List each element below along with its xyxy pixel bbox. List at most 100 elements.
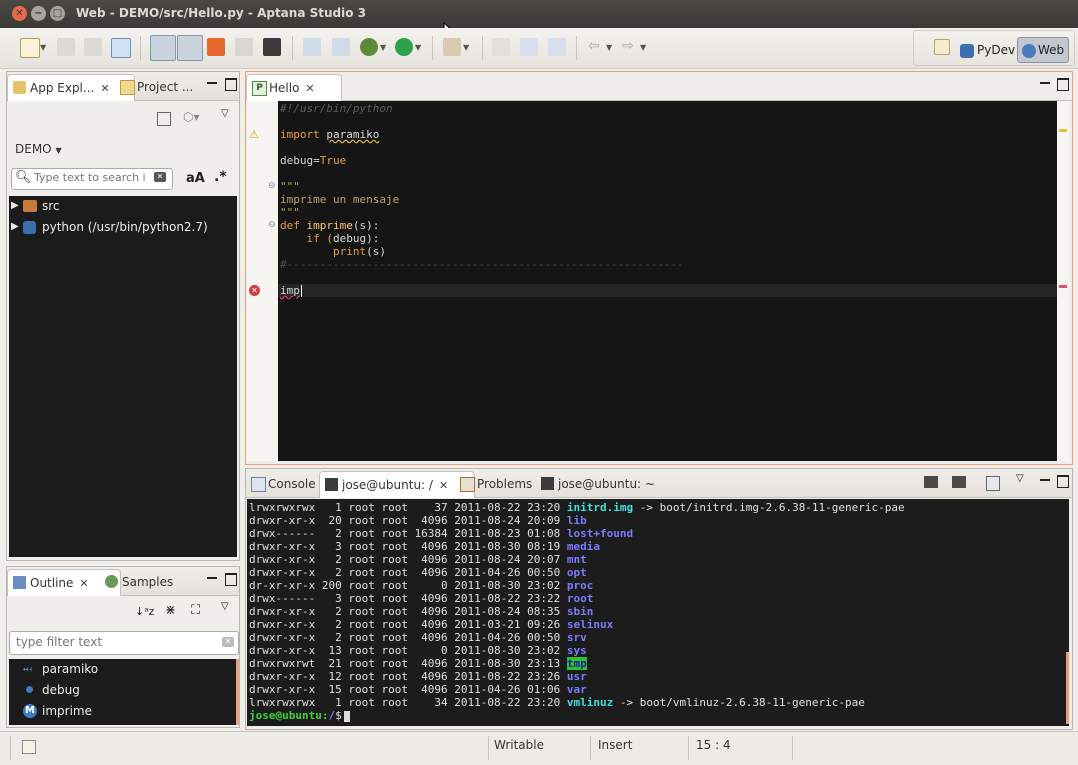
- close-icon[interactable]: ✕: [305, 76, 314, 102]
- save-icon[interactable]: [57, 38, 75, 56]
- current-line-highlight: [278, 284, 1057, 297]
- code-line-13: #---------------------------------------…: [280, 258, 684, 271]
- close-icon[interactable]: ✕: [439, 473, 448, 499]
- expand-icon[interactable]: ▶: [11, 196, 19, 216]
- search-input[interactable]: [32, 170, 154, 185]
- minimize-icon[interactable]: [207, 577, 217, 579]
- terminal-entry-name: media: [566, 540, 601, 553]
- minimize-icon[interactable]: [1040, 479, 1050, 481]
- tab-terminal-home[interactable]: jose@ubuntu: ~: [536, 471, 670, 497]
- open-resource-icon[interactable]: [332, 38, 350, 56]
- terminal-line: dr-xr-xr-x 200 root root 0 2011-08-30 23…: [249, 579, 594, 592]
- code-line-8: imprime un mensaje: [280, 193, 400, 206]
- clear-search-icon[interactable]: ✕: [154, 172, 166, 182]
- warning-marker[interactable]: [1059, 129, 1067, 132]
- tree-item-python[interactable]: ▶ python (/usr/bin/python2.7): [9, 217, 237, 237]
- app-explorer-icon[interactable]: [150, 35, 176, 61]
- run-icon[interactable]: [395, 38, 413, 56]
- terminal-scrollbar[interactable]: [1066, 652, 1069, 724]
- warning-icon[interactable]: ⚠: [249, 128, 259, 141]
- close-window-button[interactable]: ✕: [12, 6, 27, 21]
- view-menu-icon[interactable]: ▽: [1016, 473, 1024, 484]
- terminal-icon[interactable]: [263, 38, 281, 56]
- chevron-down-icon[interactable]: ▼: [463, 43, 469, 52]
- terminal-action-icon[interactable]: [952, 476, 966, 488]
- block-selection-icon[interactable]: [520, 38, 538, 56]
- regex-toggle[interactable]: .*: [214, 169, 227, 185]
- back-icon[interactable]: ⇦: [588, 38, 606, 56]
- open-type-icon[interactable]: [303, 38, 321, 56]
- fold-icon[interactable]: ⊖: [268, 220, 276, 230]
- new-terminal-icon[interactable]: [924, 476, 938, 488]
- debug-icon[interactable]: [360, 38, 378, 56]
- tab-hello[interactable]: P Hello ✕: [246, 74, 342, 101]
- project-explorer-icon[interactable]: [177, 35, 203, 61]
- clear-filter-icon[interactable]: ✕: [222, 637, 234, 647]
- text-cursor: [301, 285, 302, 297]
- code-editor[interactable]: [278, 101, 1057, 461]
- home-icon[interactable]: [207, 38, 225, 56]
- maximize-icon[interactable]: [225, 573, 237, 586]
- perspective-pydev[interactable]: PyDev: [960, 37, 1015, 63]
- outline-item-paramiko[interactable]: ⤟ paramiko: [9, 659, 237, 679]
- scrollbar-accent[interactable]: [236, 659, 239, 725]
- chevron-down-icon[interactable]: ▼: [380, 43, 386, 52]
- server-icon[interactable]: [235, 38, 253, 56]
- terminal-line: drwxrwxrwt 21 root root 4096 2011-08-30 …: [249, 657, 587, 670]
- open-perspective-icon[interactable]: [934, 39, 950, 55]
- chevron-down-icon[interactable]: ▼: [40, 43, 46, 52]
- maximize-icon[interactable]: [225, 78, 237, 91]
- case-sensitive-toggle[interactable]: aA: [186, 171, 205, 186]
- error-icon[interactable]: ✕: [249, 285, 260, 296]
- terminal-entry-name: initrd.img: [566, 501, 634, 514]
- maximize-icon[interactable]: [1057, 475, 1069, 488]
- close-icon[interactable]: ✕: [79, 571, 88, 597]
- tab-terminal-root[interactable]: jose@ubuntu: / ✕: [319, 471, 475, 498]
- tree-item-src[interactable]: ▶ src: [9, 196, 237, 216]
- minimize-window-button[interactable]: −: [31, 6, 46, 21]
- show-whitespace-icon[interactable]: [548, 38, 566, 56]
- error-marker[interactable]: [1059, 285, 1067, 288]
- terminal-entry-name: mnt: [566, 553, 587, 566]
- search-box: 🔍︎ ✕: [11, 168, 173, 190]
- app-explorer-icon: [13, 81, 26, 94]
- view-menu-icon[interactable]: ▽: [221, 108, 229, 119]
- fast-view-icon[interactable]: [22, 740, 36, 754]
- sort-icon[interactable]: ↓ᵃz: [135, 605, 154, 618]
- forward-icon[interactable]: ⇨: [622, 38, 640, 56]
- tab-project-explorer[interactable]: Project ...: [115, 74, 219, 100]
- view-menu-icon[interactable]: ▽: [221, 601, 229, 612]
- maximize-window-button[interactable]: □: [50, 6, 65, 21]
- tab-samples[interactable]: Samples: [100, 569, 196, 595]
- deploy-icon[interactable]: [443, 38, 461, 56]
- terminal-entry-name: var: [566, 683, 587, 696]
- close-icon[interactable]: ✕: [100, 76, 109, 102]
- new-icon[interactable]: [20, 38, 40, 58]
- code-line-1: #!/usr/bin/python: [280, 102, 393, 115]
- chevron-down-icon[interactable]: ▼: [606, 43, 612, 52]
- expand-all-icon[interactable]: ⛶: [191, 603, 200, 618]
- save-all-icon[interactable]: [84, 38, 102, 56]
- print-icon[interactable]: [111, 38, 131, 58]
- perspective-web[interactable]: Web: [1017, 37, 1070, 63]
- cube-icon[interactable]: ⬡▾: [183, 110, 200, 124]
- method-icon: M: [23, 704, 37, 718]
- fold-icon[interactable]: ⊖: [268, 181, 276, 191]
- chevron-down-icon[interactable]: ▼: [640, 43, 646, 52]
- terminal-cursor: [343, 710, 350, 722]
- minimize-icon[interactable]: [1040, 82, 1050, 84]
- minimize-icon[interactable]: [207, 82, 217, 84]
- expand-icon[interactable]: ▶: [11, 217, 19, 237]
- overview-ruler[interactable]: [1057, 101, 1069, 461]
- code-line-12: print(s): [332, 245, 386, 258]
- collapse-all-icon[interactable]: [157, 112, 171, 126]
- outline-item-imprime[interactable]: M imprime: [9, 701, 237, 721]
- outline-item-debug[interactable]: debug: [9, 680, 237, 700]
- outline-filter-input[interactable]: [14, 634, 208, 650]
- chevron-down-icon[interactable]: ▼: [415, 43, 421, 52]
- maximize-icon[interactable]: [1057, 78, 1069, 91]
- clear-console-icon[interactable]: [986, 476, 1000, 491]
- marker-icon[interactable]: [492, 38, 510, 56]
- project-selector[interactable]: DEMO ▼: [15, 142, 62, 156]
- collapse-icon[interactable]: ⋇: [165, 603, 176, 618]
